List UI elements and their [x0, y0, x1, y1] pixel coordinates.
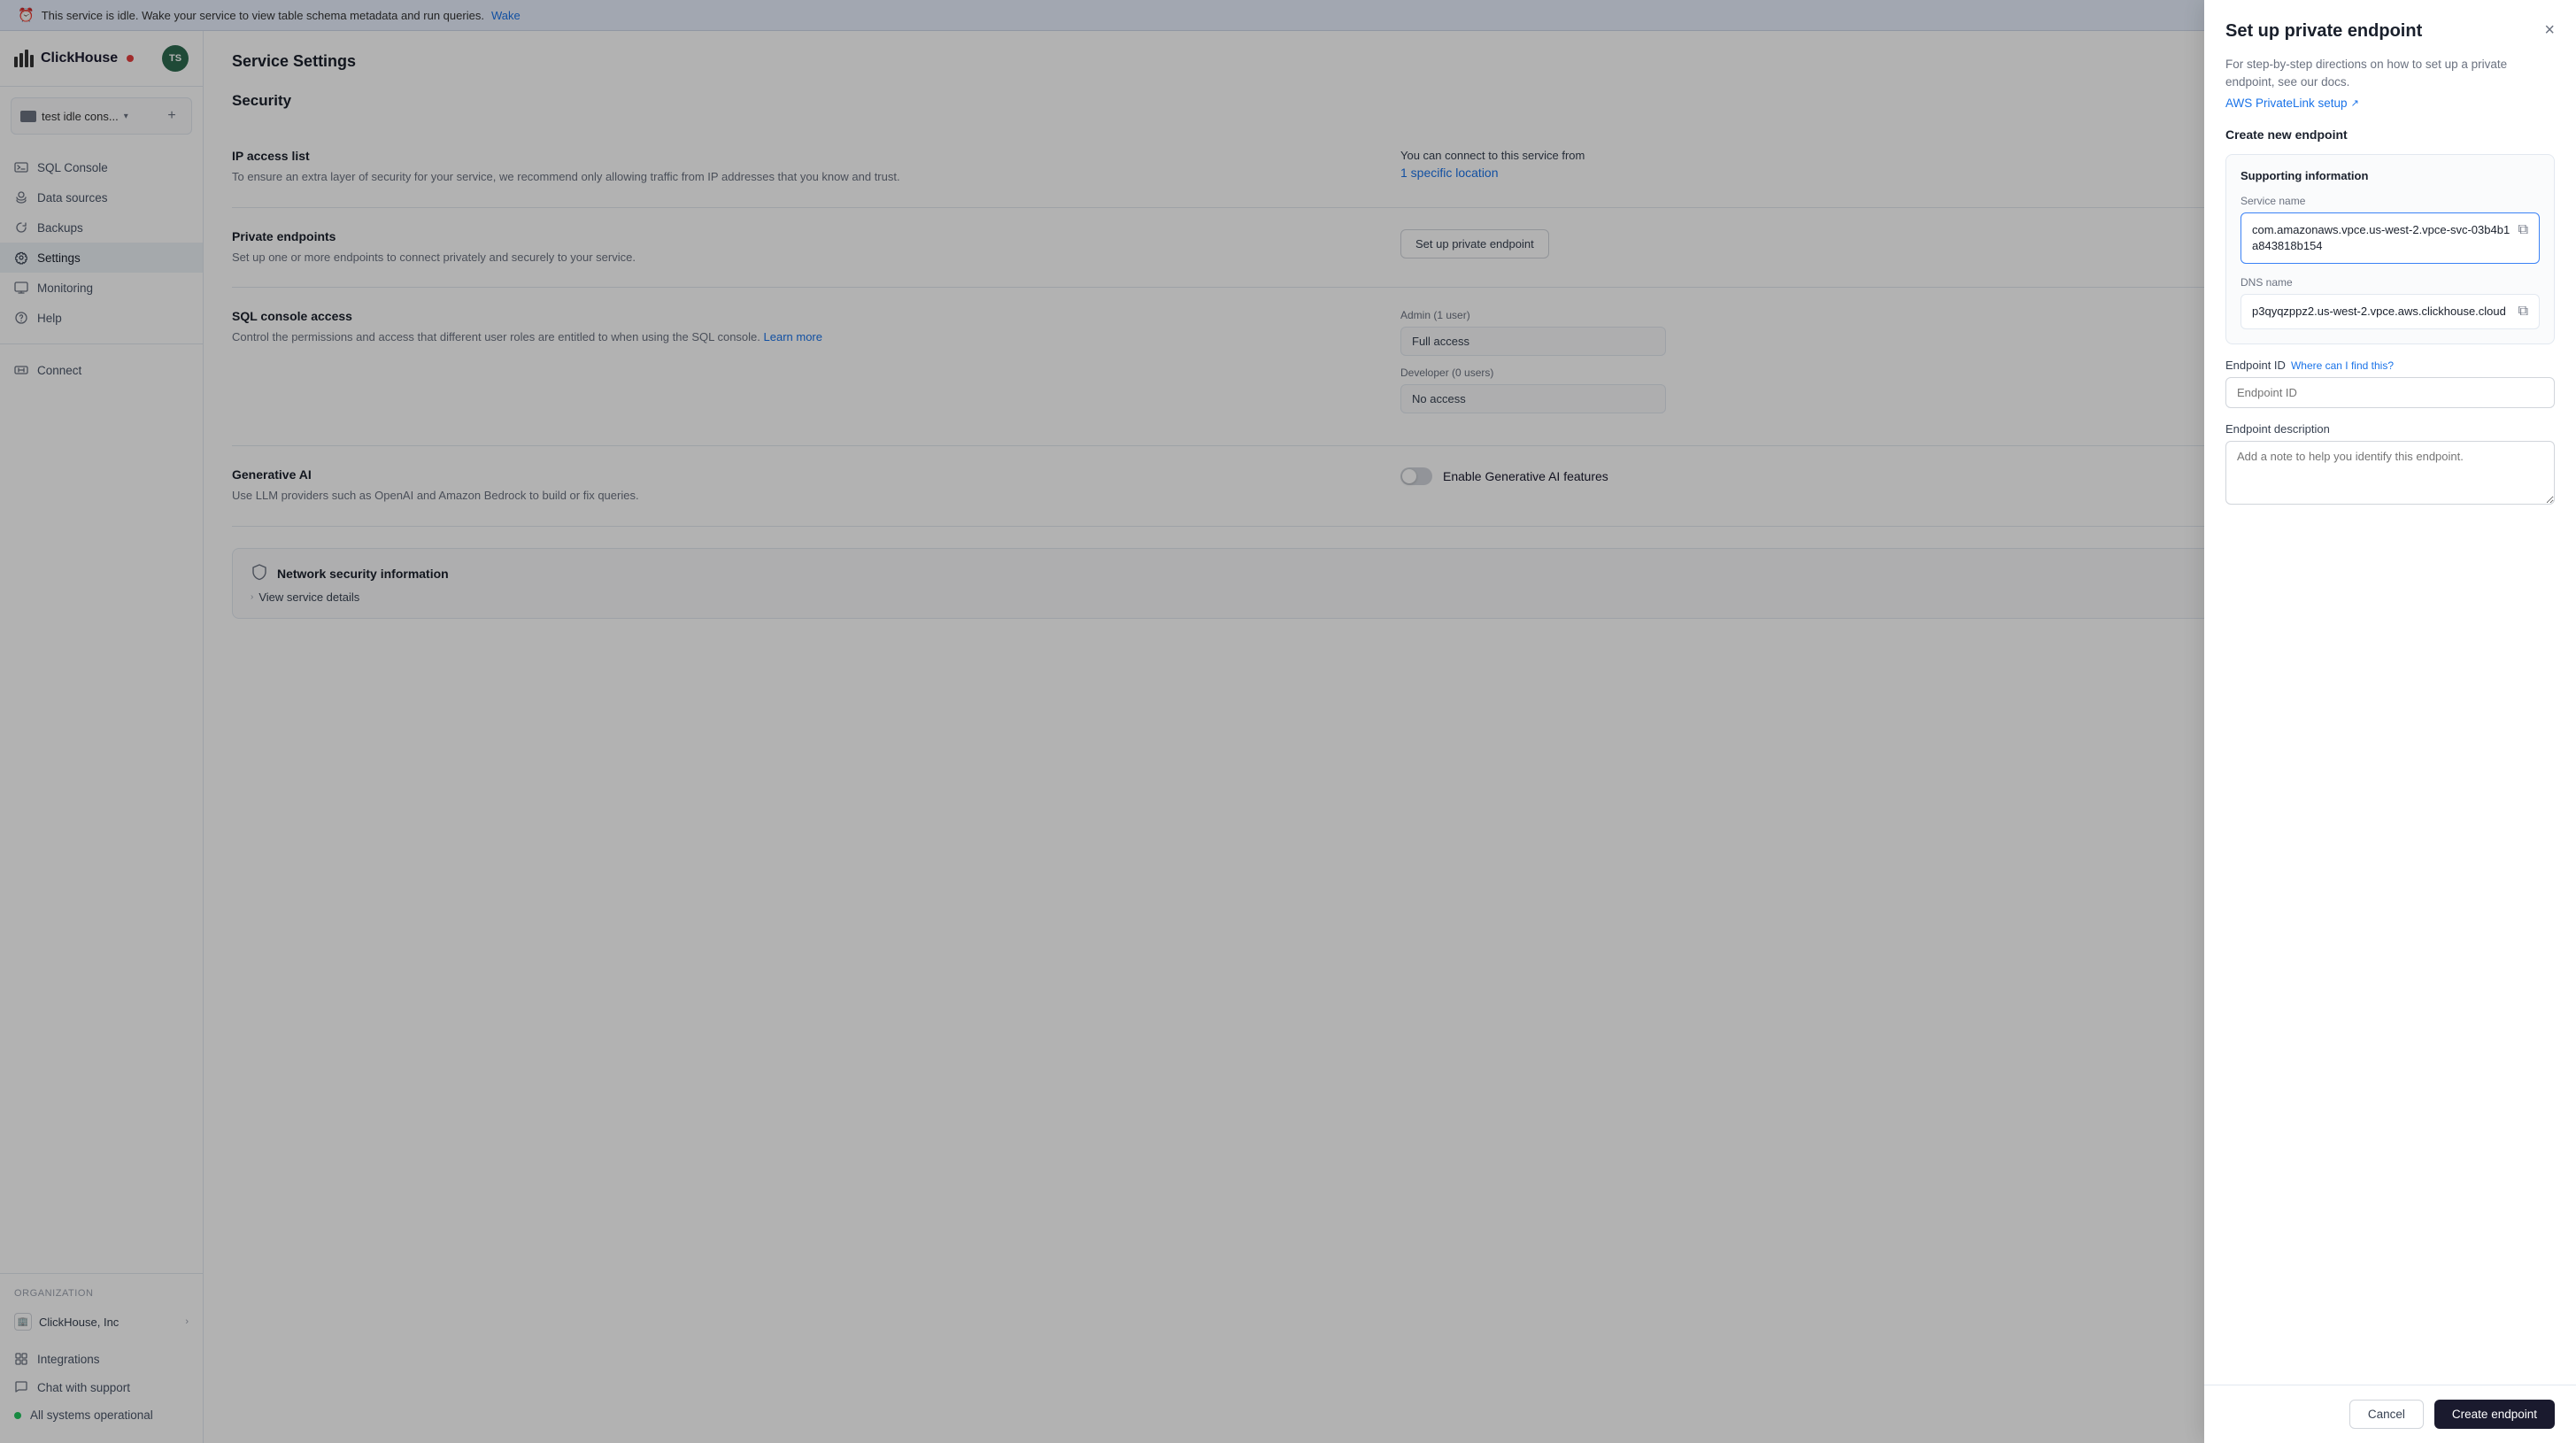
service-name-value-box: com.amazonaws.vpce.us-west-2.vpce-svc-03…: [2241, 212, 2540, 264]
dns-name-value-box: p3qyqzppz2.us-west-2.vpce.aws.clickhouse…: [2241, 294, 2540, 329]
dns-name-text: p3qyqzppz2.us-west-2.vpce.aws.clickhouse…: [2252, 304, 2506, 320]
panel-body: For step-by-step directions on how to se…: [2204, 42, 2576, 1385]
panel-footer: Cancel Create endpoint: [2204, 1385, 2576, 1443]
side-panel: Set up private endpoint × For step-by-st…: [2204, 0, 2576, 1443]
cancel-button[interactable]: Cancel: [2349, 1400, 2424, 1429]
create-endpoint-button[interactable]: Create endpoint: [2434, 1400, 2555, 1429]
service-name-label: Service name: [2241, 195, 2540, 207]
endpoint-desc-textarea[interactable]: [2225, 441, 2555, 505]
panel-desc: For step-by-step directions on how to se…: [2225, 56, 2555, 92]
aws-privatelink-link[interactable]: AWS PrivateLink setup ↗: [2225, 96, 2359, 110]
where-find-link[interactable]: Where can I find this?: [2291, 359, 2394, 372]
endpoint-id-input[interactable]: [2225, 377, 2555, 408]
supporting-info-title: Supporting information: [2241, 169, 2540, 182]
service-name-text: com.amazonaws.vpce.us-west-2.vpce-svc-03…: [2252, 222, 2511, 254]
copy-dns-name-button[interactable]: ⧉: [2518, 304, 2528, 320]
create-endpoint-title: Create new endpoint: [2225, 127, 2555, 142]
endpoint-id-group: Endpoint ID Where can I find this?: [2225, 359, 2555, 408]
endpoint-desc-group: Endpoint description: [2225, 422, 2555, 507]
panel-header: Set up private endpoint ×: [2204, 0, 2576, 42]
external-link-icon: ↗: [2351, 97, 2359, 109]
service-name-field: Service name com.amazonaws.vpce.us-west-…: [2241, 195, 2540, 264]
close-panel-button[interactable]: ×: [2544, 21, 2555, 39]
endpoint-id-label: Endpoint ID Where can I find this?: [2225, 359, 2555, 372]
aws-link-text: AWS PrivateLink setup: [2225, 96, 2348, 110]
modal-overlay[interactable]: [0, 0, 2576, 1443]
endpoint-desc-label: Endpoint description: [2225, 422, 2555, 436]
panel-title: Set up private endpoint: [2225, 21, 2422, 42]
dns-name-label: DNS name: [2241, 276, 2540, 289]
dns-name-field: DNS name p3qyqzppz2.us-west-2.vpce.aws.c…: [2241, 276, 2540, 329]
copy-service-name-button[interactable]: ⧉: [2518, 222, 2528, 238]
supporting-info-box: Supporting information Service name com.…: [2225, 154, 2555, 345]
